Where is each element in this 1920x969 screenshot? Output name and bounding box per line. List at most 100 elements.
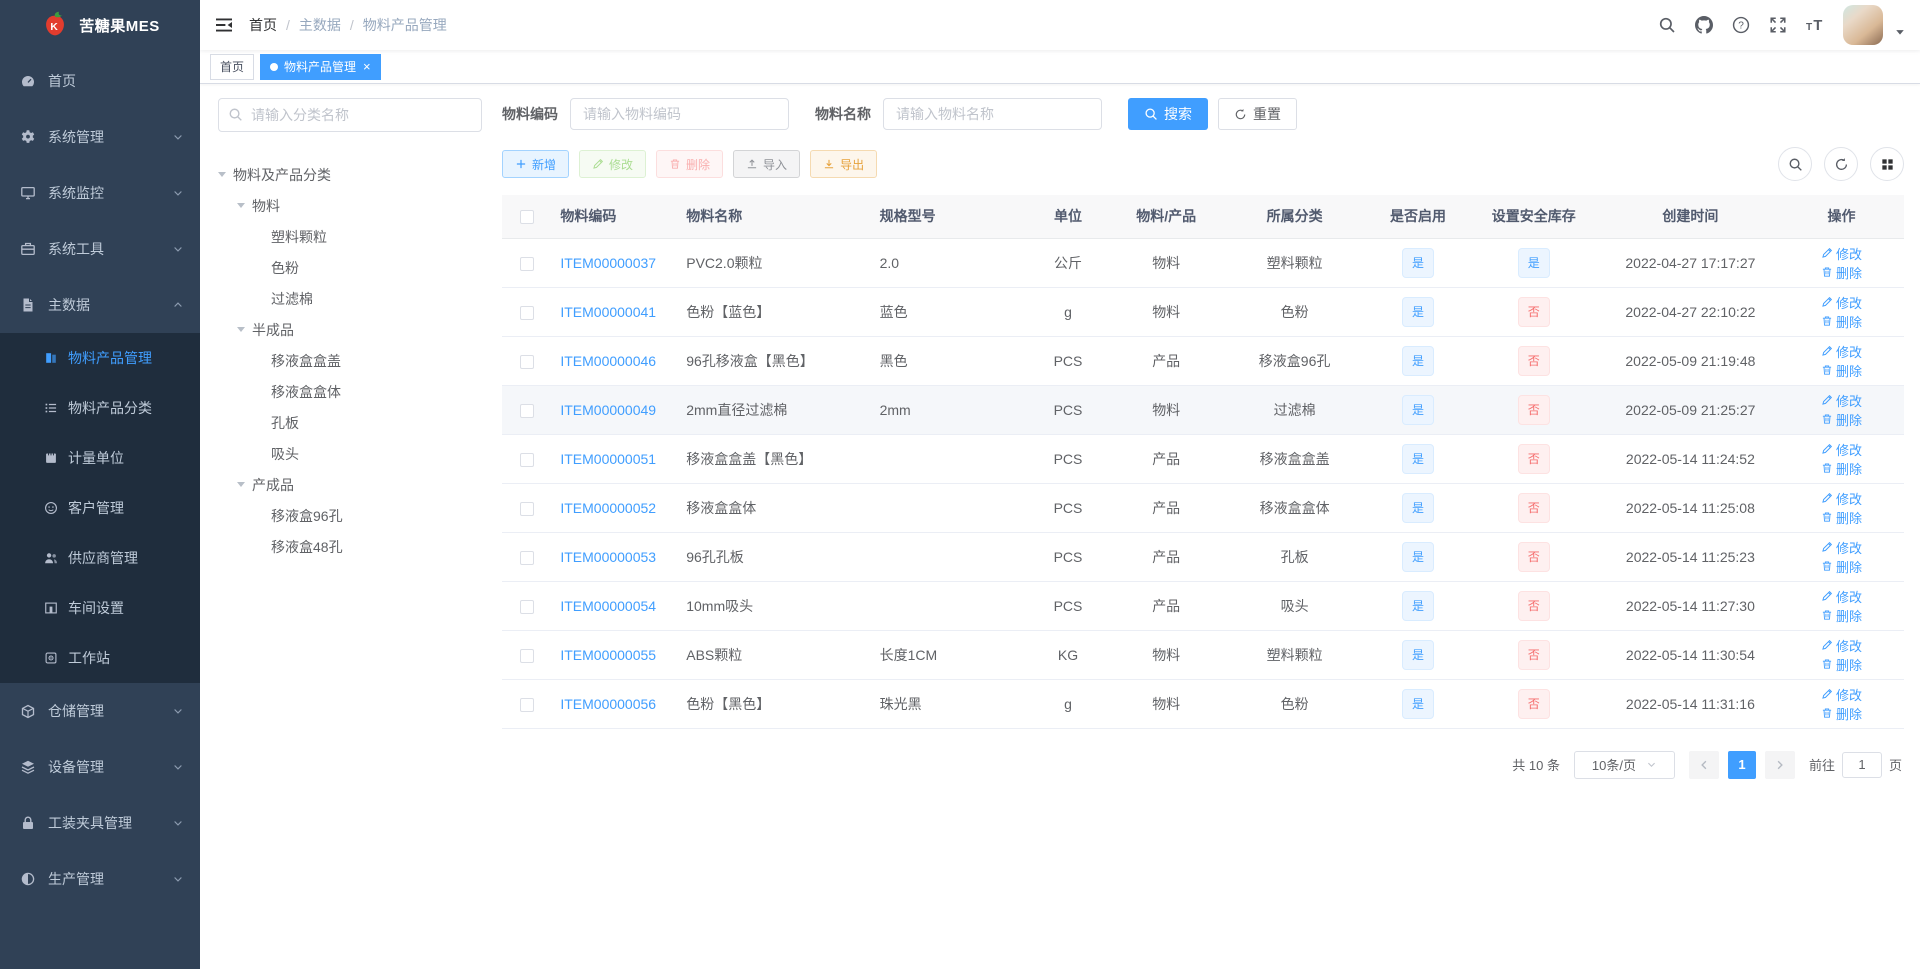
reset-button[interactable]: 重置 — [1218, 98, 1297, 130]
tree-node[interactable]: 物料 — [218, 190, 482, 221]
sidebar-item[interactable]: 设备管理 — [0, 739, 200, 795]
row-delete-button[interactable]: 删除 — [1821, 410, 1862, 429]
material-code-input[interactable] — [570, 98, 789, 130]
tree-node[interactable]: 色粉 — [218, 252, 482, 283]
sidebar-item[interactable]: 系统管理 — [0, 109, 200, 165]
sidebar-item[interactable]: 生产管理 — [0, 851, 200, 907]
delete-button[interactable]: 删除 — [656, 150, 724, 178]
row-checkbox[interactable] — [520, 354, 535, 369]
sidebar-subitem[interactable]: 客户管理 — [0, 483, 200, 533]
tree-node[interactable]: 移液盒盒盖 — [218, 345, 482, 376]
tree-node[interactable]: 塑料颗粒 — [218, 221, 482, 252]
row-edit-button[interactable]: 修改 — [1821, 293, 1862, 312]
item-code-link[interactable]: ITEM00000051 — [560, 451, 656, 467]
tree-node[interactable]: 移液盒96孔 — [218, 500, 482, 531]
row-checkbox[interactable] — [520, 501, 535, 516]
tree-node[interactable]: 产成品 — [218, 469, 482, 500]
sidebar-subitem[interactable]: 车间设置 — [0, 583, 200, 633]
tree-node[interactable]: 移液盒48孔 — [218, 531, 482, 562]
row-edit-button[interactable]: 修改 — [1821, 636, 1862, 655]
row-edit-button[interactable]: 修改 — [1821, 587, 1862, 606]
row-checkbox[interactable] — [520, 599, 535, 614]
font-size-icon[interactable]: TT — [1806, 16, 1824, 34]
refresh-button[interactable] — [1824, 147, 1858, 181]
caret-down-icon[interactable] — [218, 172, 226, 181]
tab-1[interactable]: 物料产品管理 × — [260, 53, 381, 80]
row-checkbox[interactable] — [520, 403, 535, 418]
row-delete-button[interactable]: 删除 — [1821, 263, 1862, 282]
sidebar-subitem[interactable]: 计量单位 — [0, 433, 200, 483]
caret-down-icon[interactable] — [237, 482, 245, 491]
item-code-link[interactable]: ITEM00000041 — [560, 304, 656, 320]
sidebar-subitem[interactable]: 工作站 — [0, 633, 200, 683]
row-delete-button[interactable]: 删除 — [1821, 655, 1862, 674]
row-edit-button[interactable]: 修改 — [1821, 440, 1862, 459]
caret-down-icon[interactable] — [237, 203, 245, 212]
edit-button[interactable]: 修改 — [579, 150, 647, 178]
tree-node[interactable]: 移液盒盒体 — [218, 376, 482, 407]
item-code-link[interactable]: ITEM00000055 — [560, 647, 656, 663]
tree-node[interactable]: 过滤棉 — [218, 283, 482, 314]
row-delete-button[interactable]: 删除 — [1821, 704, 1862, 723]
item-code-link[interactable]: ITEM00000053 — [560, 549, 656, 565]
row-checkbox[interactable] — [520, 305, 535, 320]
row-delete-button[interactable]: 删除 — [1821, 557, 1862, 576]
row-edit-button[interactable]: 修改 — [1821, 489, 1862, 508]
avatar[interactable] — [1843, 5, 1883, 45]
next-page-button[interactable] — [1764, 750, 1795, 779]
search-button[interactable]: 搜索 — [1128, 98, 1208, 130]
help-icon[interactable]: ? — [1732, 16, 1750, 34]
tree-node[interactable]: 孔板 — [218, 407, 482, 438]
fullscreen-icon[interactable] — [1769, 16, 1787, 34]
page-size-select[interactable]: 10条/页 — [1573, 750, 1675, 779]
sidebar-item[interactable]: 主数据 — [0, 277, 200, 333]
item-code-link[interactable]: ITEM00000052 — [560, 500, 656, 516]
tree-node[interactable]: 物料及产品分类 — [218, 159, 482, 190]
row-delete-button[interactable]: 删除 — [1821, 606, 1862, 625]
tab-0[interactable]: 首页 — [210, 53, 255, 80]
sidebar-subitem[interactable]: 供应商管理 — [0, 533, 200, 583]
row-delete-button[interactable]: 删除 — [1821, 459, 1862, 478]
row-checkbox[interactable] — [520, 452, 535, 467]
github-icon[interactable] — [1695, 16, 1713, 34]
row-checkbox[interactable] — [520, 256, 535, 271]
row-delete-button[interactable]: 删除 — [1821, 312, 1862, 331]
sidebar-item[interactable]: 首页 — [0, 53, 200, 109]
caret-down-icon[interactable] — [237, 327, 245, 336]
item-code-link[interactable]: ITEM00000056 — [560, 696, 656, 712]
prev-page-button[interactable] — [1688, 750, 1719, 779]
row-edit-button[interactable]: 修改 — [1821, 342, 1862, 361]
close-icon[interactable]: × — [363, 60, 371, 73]
select-all-checkbox[interactable] — [520, 210, 535, 225]
import-button[interactable]: 导入 — [733, 150, 801, 178]
export-button[interactable]: 导出 — [810, 150, 878, 178]
app-logo[interactable]: K 苦糖果MES — [0, 0, 200, 50]
sidebar-subitem[interactable]: 物料产品管理 — [0, 333, 200, 383]
hamburger-icon[interactable] — [215, 16, 233, 34]
item-code-link[interactable]: ITEM00000049 — [560, 402, 656, 418]
category-search-input[interactable] — [218, 98, 482, 132]
item-code-link[interactable]: ITEM00000037 — [560, 255, 656, 271]
row-edit-button[interactable]: 修改 — [1821, 391, 1862, 410]
item-code-link[interactable]: ITEM00000046 — [560, 353, 656, 369]
sidebar-item[interactable]: 系统工具 — [0, 221, 200, 277]
sidebar-item[interactable]: 系统监控 — [0, 165, 200, 221]
row-edit-button[interactable]: 修改 — [1821, 244, 1862, 263]
add-button[interactable]: 新增 — [502, 150, 570, 178]
tree-node[interactable]: 吸头 — [218, 438, 482, 469]
row-checkbox[interactable] — [520, 697, 535, 712]
sidebar-subitem[interactable]: 物料产品分类 — [0, 383, 200, 433]
breadcrumb-item[interactable]: 首页 — [249, 15, 277, 35]
caret-down-icon[interactable] — [1894, 26, 1906, 38]
row-edit-button[interactable]: 修改 — [1821, 538, 1862, 557]
material-name-input[interactable] — [883, 98, 1102, 130]
row-delete-button[interactable]: 删除 — [1821, 361, 1862, 380]
current-page-button[interactable]: 1 — [1727, 750, 1756, 779]
sidebar-item[interactable]: 仓储管理 — [0, 683, 200, 739]
row-checkbox[interactable] — [520, 648, 535, 663]
row-delete-button[interactable]: 删除 — [1821, 508, 1862, 527]
goto-page-input[interactable] — [1841, 751, 1882, 778]
columns-button[interactable] — [1870, 147, 1904, 181]
row-checkbox[interactable] — [520, 550, 535, 565]
item-code-link[interactable]: ITEM00000054 — [560, 598, 656, 614]
